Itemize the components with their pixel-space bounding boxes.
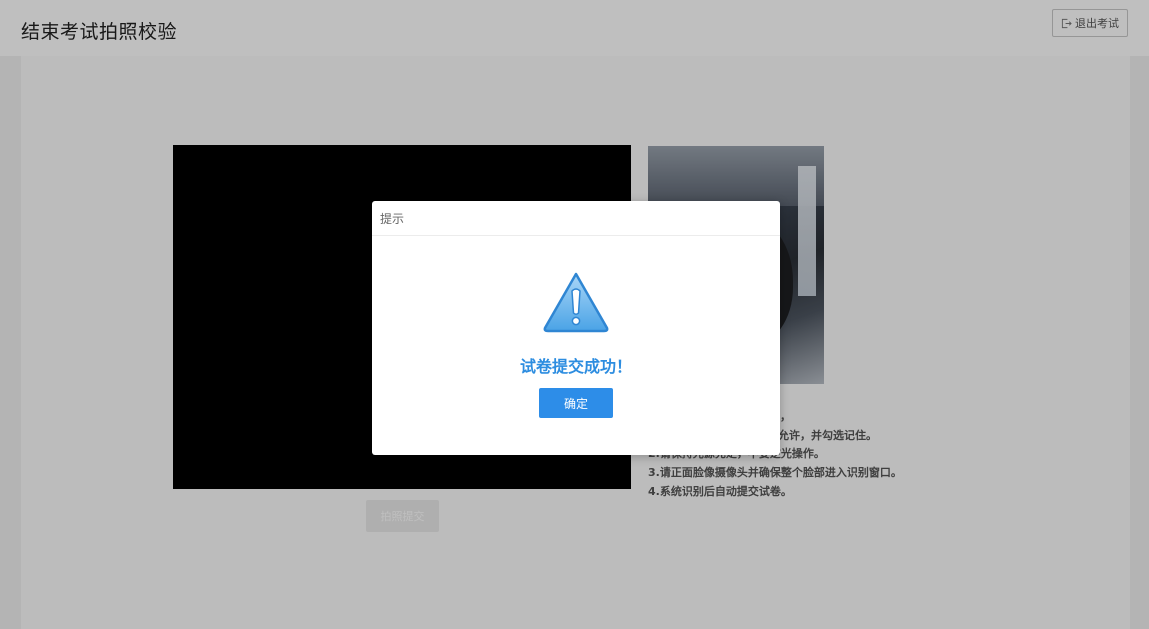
confirm-button[interactable]: 确定 (539, 388, 613, 418)
warning-triangle-icon (543, 272, 609, 333)
dialog-header: 提示 (372, 201, 780, 236)
dialog-message: 试卷提交成功！ (519, 357, 632, 376)
alert-dialog: 提示 试卷提交成功！ 确定 (372, 201, 780, 455)
dialog-title: 提示 (380, 211, 405, 226)
